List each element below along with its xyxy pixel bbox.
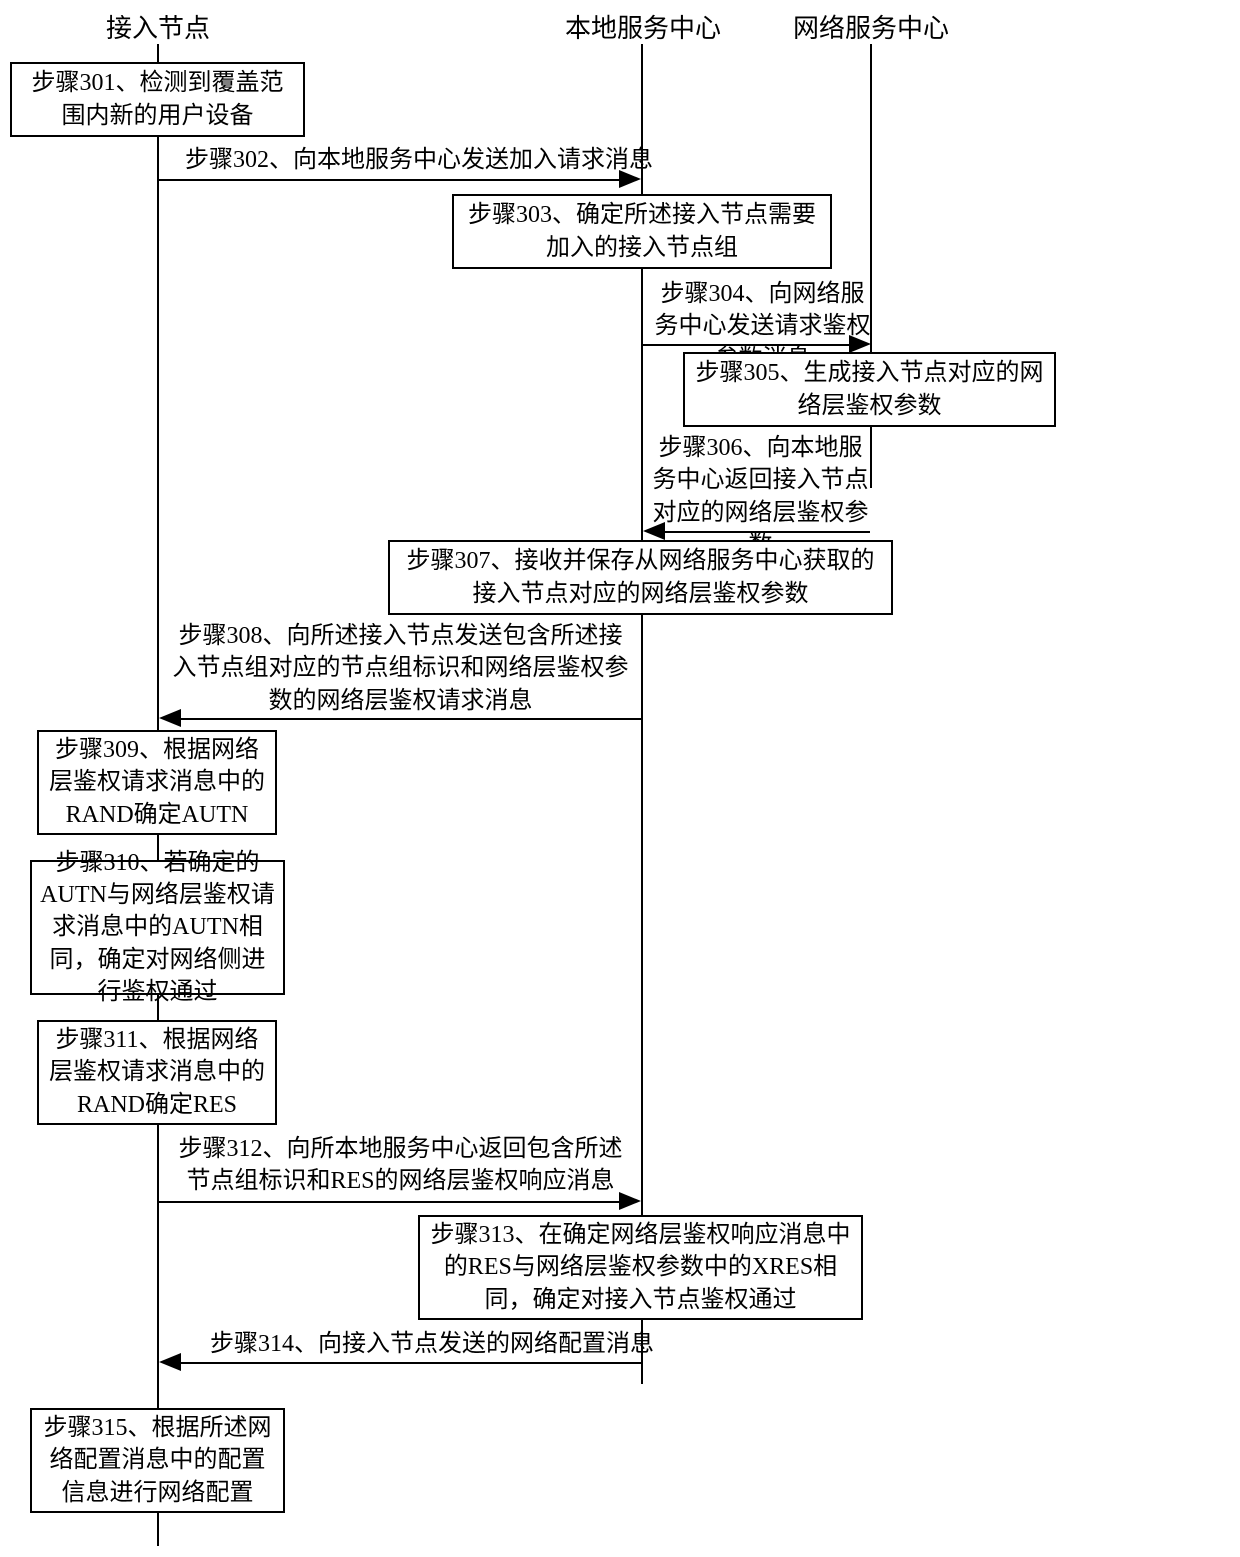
step-311-box: 步骤311、根据网络层鉴权请求消息中的RAND确定RES — [37, 1020, 277, 1125]
step-308-arrow-head — [159, 709, 181, 727]
step-314-label: 步骤314、向接入节点发送的网络配置消息 — [210, 1328, 610, 1360]
participant-access-node: 接入节点 — [106, 8, 210, 45]
step-315-box: 步骤315、根据所述网络配置消息中的配置信息进行网络配置 — [30, 1408, 285, 1513]
step-301-text: 步骤301、检测到覆盖范围内新的用户设备 — [20, 67, 295, 132]
step-315-text: 步骤315、根据所述网络配置消息中的配置信息进行网络配置 — [40, 1412, 275, 1509]
step-305-text: 步骤305、生成接入节点对应的网络层鉴权参数 — [693, 357, 1046, 422]
step-306-arrow-shaft — [665, 531, 870, 533]
participant-network-service: 网络服务中心 — [793, 8, 949, 45]
step-312-arrow-shaft — [159, 1201, 619, 1203]
step-307-text: 步骤307、接收并保存从网络服务中心获取的接入节点对应的网络层鉴权参数 — [398, 545, 883, 610]
step-312-arrow-head — [619, 1192, 641, 1210]
step-303-text: 步骤303、确定所述接入节点需要加入的接入节点组 — [462, 199, 822, 264]
step-311-text: 步骤311、根据网络层鉴权请求消息中的RAND确定RES — [47, 1024, 267, 1121]
step-310-box: 步骤310、若确定的AUTN与网络层鉴权请求消息中的AUTN相同，确定对网络侧进… — [30, 860, 285, 995]
step-314-arrow-shaft — [181, 1362, 641, 1364]
step-306-arrow-head — [643, 522, 665, 540]
step-313-text: 步骤313、在确定网络层鉴权响应消息中的RES与网络层鉴权参数中的XRES相同，… — [428, 1219, 853, 1316]
step-312-label: 步骤312、向所本地服务中心返回包含所述节点组标识和RES的网络层鉴权响应消息 — [168, 1133, 633, 1198]
step-307-box: 步骤307、接收并保存从网络服务中心获取的接入节点对应的网络层鉴权参数 — [388, 540, 893, 615]
step-305-box: 步骤305、生成接入节点对应的网络层鉴权参数 — [683, 352, 1056, 427]
sequence-diagram: 接入节点 本地服务中心 网络服务中心 步骤301、检测到覆盖范围内新的用户设备 … — [0, 0, 1240, 1557]
step-310-text: 步骤310、若确定的AUTN与网络层鉴权请求消息中的AUTN相同，确定对网络侧进… — [40, 847, 275, 1009]
step-302-label: 步骤302、向本地服务中心发送加入请求消息 — [185, 144, 625, 176]
step-304-arrow-head — [849, 335, 871, 353]
step-308-label: 步骤308、向所述接入节点发送包含所述接入节点组对应的节点组标识和网络层鉴权参数… — [168, 620, 633, 717]
step-302-arrow-shaft — [159, 179, 619, 181]
step-313-box: 步骤313、在确定网络层鉴权响应消息中的RES与网络层鉴权参数中的XRES相同，… — [418, 1215, 863, 1320]
step-309-text: 步骤309、根据网络层鉴权请求消息中的RAND确定AUTN — [47, 734, 267, 831]
participant-local-service: 本地服务中心 — [565, 8, 721, 45]
step-303-box: 步骤303、确定所述接入节点需要加入的接入节点组 — [452, 194, 832, 269]
step-301-box: 步骤301、检测到覆盖范围内新的用户设备 — [10, 62, 305, 137]
step-304-arrow-shaft — [643, 344, 849, 346]
step-309-box: 步骤309、根据网络层鉴权请求消息中的RAND确定AUTN — [37, 730, 277, 835]
step-314-arrow-head — [159, 1353, 181, 1371]
step-302-arrow-head — [619, 170, 641, 188]
step-308-arrow-shaft — [181, 718, 641, 720]
